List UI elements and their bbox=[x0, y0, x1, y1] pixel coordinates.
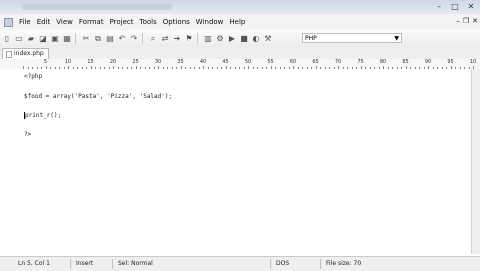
menu-project[interactable]: Project bbox=[107, 18, 137, 26]
status-separator bbox=[70, 259, 71, 269]
ruler-label: 55 bbox=[267, 59, 274, 65]
ruler-label: 75 bbox=[357, 59, 364, 65]
window-title-blurred bbox=[22, 4, 172, 10]
doc-restore-icon[interactable]: ❐ bbox=[463, 17, 469, 25]
menu-file[interactable]: File bbox=[16, 18, 34, 26]
undo-icon[interactable]: ↶ bbox=[117, 34, 127, 44]
run-icon[interactable]: ▶ bbox=[227, 34, 237, 44]
status-mode: Insert bbox=[76, 260, 94, 267]
ruler-label: 40 bbox=[199, 59, 207, 65]
ruler-label: 95 bbox=[447, 59, 454, 65]
status-bar: Ln 5, Col 1 Insert Sel: Normal DOS File … bbox=[0, 256, 480, 271]
ruler-label: 15 bbox=[87, 59, 94, 65]
status-position: Ln 5, Col 1 bbox=[18, 260, 50, 267]
open-file-icon[interactable]: ▰ bbox=[26, 34, 36, 44]
code-line: print_r(); bbox=[24, 112, 61, 119]
tab-index-php[interactable]: index.php bbox=[2, 48, 49, 59]
browser-icon[interactable]: ◐ bbox=[251, 34, 261, 44]
close-icon[interactable]: ✕ bbox=[464, 2, 478, 12]
ruler-label: 70 bbox=[334, 59, 342, 65]
save-icon[interactable]: ▣ bbox=[50, 34, 60, 44]
toolbar-separator bbox=[197, 33, 198, 44]
bookmark-icon[interactable]: ⚑ bbox=[184, 34, 194, 44]
ruler-label: 65 bbox=[312, 59, 319, 65]
menu-view[interactable]: View bbox=[53, 18, 76, 26]
menu-edit[interactable]: Edit bbox=[34, 18, 54, 26]
tab-label: index.php bbox=[14, 50, 44, 57]
menu-bar: File Edit View Format Project Tools Opti… bbox=[0, 14, 480, 30]
window-controls: – □ ✕ bbox=[432, 2, 478, 12]
replace-icon[interactable]: ⇄ bbox=[160, 34, 170, 44]
doc-minimize-icon[interactable]: – bbox=[456, 17, 460, 25]
document-controls: – ❐ ✕ bbox=[456, 17, 478, 25]
code-line: $food = array('Pasta', 'Pizza', 'Salad')… bbox=[24, 93, 173, 100]
language-select[interactable]: PHP ▼ bbox=[302, 33, 402, 43]
menu-window[interactable]: Window bbox=[193, 18, 227, 26]
ruler-label: 80 bbox=[379, 59, 387, 65]
code-line-text: print_r(); bbox=[25, 112, 62, 119]
status-file-size: File size: 70 bbox=[326, 260, 362, 267]
goto-icon[interactable]: ➔ bbox=[172, 34, 182, 44]
menu-options[interactable]: Options bbox=[160, 18, 193, 26]
code-editor[interactable]: <?php $food = array('Pasta', 'Pizza', 'S… bbox=[0, 69, 472, 254]
ruler-label: 25 bbox=[132, 59, 139, 65]
title-bar: – □ ✕ bbox=[0, 0, 480, 14]
code-line: ?> bbox=[24, 131, 32, 138]
open-folder-icon[interactable]: ◪ bbox=[38, 34, 48, 44]
status-separator bbox=[270, 259, 271, 269]
status-line-ending: DOS bbox=[276, 260, 290, 267]
settings-icon[interactable]: ⚙ bbox=[215, 34, 225, 44]
stop-icon[interactable]: ■ bbox=[239, 34, 249, 44]
tool-icon[interactable]: ⚒ bbox=[263, 34, 273, 44]
ruler-label: 30 bbox=[154, 59, 162, 65]
cut-icon[interactable]: ✂ bbox=[81, 34, 91, 44]
ruler-label: 20 bbox=[109, 59, 117, 65]
ruler-label: 90 bbox=[424, 59, 432, 65]
toolbar-separator bbox=[75, 33, 76, 44]
app-icon[interactable] bbox=[4, 17, 13, 27]
ruler-label: 50 bbox=[244, 59, 252, 65]
redo-icon[interactable]: ↷ bbox=[129, 34, 139, 44]
ruler-label: 10 bbox=[64, 59, 72, 65]
new-file-icon[interactable]: ▯ bbox=[2, 34, 12, 44]
new-project-icon[interactable]: ▭ bbox=[14, 34, 24, 44]
status-syntax: Sel: Normal bbox=[118, 260, 153, 267]
menu-help[interactable]: Help bbox=[226, 18, 248, 26]
ruler-label: 35 bbox=[177, 59, 184, 65]
copy-icon[interactable]: ⧉ bbox=[93, 34, 103, 44]
ruler-label: 10 bbox=[469, 59, 477, 65]
toolbar-separator bbox=[142, 33, 143, 44]
status-separator bbox=[112, 259, 113, 269]
file-icon bbox=[6, 50, 12, 58]
menu-format[interactable]: Format bbox=[76, 18, 107, 26]
toolbar: ▯ ▭ ▰ ◪ ▣ ▦ ✂ ⧉ ▤ ↶ ↷ ⌕ ⇄ ➔ ⚑ ▥ ⚙ ▶ ■ ◐ … bbox=[0, 30, 480, 48]
chevron-down-icon: ▼ bbox=[394, 35, 399, 42]
status-separator bbox=[320, 259, 321, 269]
maximize-icon[interactable]: □ bbox=[448, 2, 462, 12]
find-icon[interactable]: ⌕ bbox=[148, 34, 158, 44]
menu-tools[interactable]: Tools bbox=[137, 18, 160, 26]
save-all-icon[interactable]: ▦ bbox=[62, 34, 72, 44]
vertical-scrollbar[interactable] bbox=[471, 69, 480, 254]
paste-icon[interactable]: ▤ bbox=[105, 34, 115, 44]
code-line: <?php bbox=[24, 73, 43, 80]
minimize-icon[interactable]: – bbox=[432, 2, 446, 12]
language-value: PHP bbox=[305, 35, 317, 42]
ruler-label: 60 bbox=[289, 59, 297, 65]
ruler-label: 45 bbox=[222, 59, 229, 65]
doc-close-icon[interactable]: ✕ bbox=[472, 17, 478, 25]
ruler-label: 5 bbox=[43, 59, 48, 65]
toggle-panel-icon[interactable]: ▥ bbox=[203, 34, 213, 44]
ruler-label: 85 bbox=[402, 59, 409, 65]
